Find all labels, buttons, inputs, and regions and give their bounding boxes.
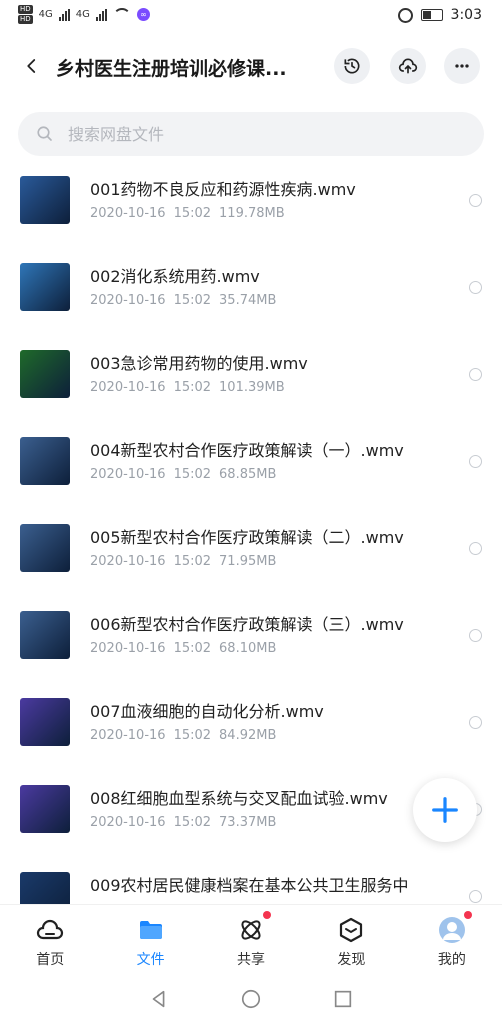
nav-share[interactable]: 共享 [201,905,301,975]
back-button[interactable] [20,54,44,78]
file-name: 001药物不良反应和药源性疾病.wmv [90,180,356,199]
file-name: 002消化系统用药.wmv [90,267,260,286]
more-button[interactable] [444,48,480,84]
video-thumbnail [20,263,70,311]
history-icon [344,58,360,74]
notification-badge [463,911,472,919]
page-title: 乡村医生注册培训必修课... [56,58,287,80]
list-item[interactable]: 006新型农村合作医疗政策解读（三）.wmv 2020-10-16 15:02 68… [0,601,502,688]
network-type: 4G [38,9,53,20]
file-name: 006新型农村合作医疗政策解读（三）.wmv [90,615,404,634]
signal-icon-2 [95,8,107,21]
app-notification-icon: ∞ [136,8,150,21]
select-checkbox[interactable] [469,455,482,468]
share-atom-icon [241,920,261,940]
list-item[interactable]: 001药物不良反应和药源性疾病.wmv 2020-10-16 15:02 119.7… [0,166,502,253]
list-item[interactable]: 002消化系统用药.wmv 2020-10-16 15:02 35.74MB [0,253,502,340]
select-checkbox[interactable] [469,194,482,207]
file-name: 008红细胞血型系统与交叉配血试验.wmv [90,789,388,808]
select-checkbox[interactable] [469,542,482,555]
nav-label: 首页 [36,952,65,968]
select-checkbox[interactable] [469,629,482,642]
video-thumbnail [20,176,70,224]
signal-icon [58,8,70,21]
select-checkbox[interactable] [469,716,482,729]
nav-files[interactable]: 文件 [100,905,200,975]
back-arrow-icon [27,59,36,73]
nav-home-icon[interactable] [240,988,262,1010]
nav-label: 我的 [437,952,466,968]
video-thumbnail [20,872,70,904]
discover-box-icon [340,917,363,943]
network-type-2: 4G [75,9,90,20]
file-name: 005新型农村合作医疗政策解读（二）.wmv [90,528,404,547]
battery-icon [420,9,443,21]
file-meta: 2020-10-16 15:02 73.37MB [90,815,277,830]
clock: 3:03 [450,7,482,23]
file-name: 009农村居民健康档案在基本公共卫生服务中 [90,876,409,895]
history-button[interactable] [334,48,370,84]
video-thumbnail [20,437,70,485]
file-name: 007血液细胞的自动化分析.wmv [90,702,324,721]
file-meta: 2020-10-16 15:02 71.95MB [90,554,277,569]
list-item[interactable]: 009农村居民健康档案在基本公共卫生服务中 [0,862,502,904]
more-icon [455,64,469,68]
file-meta: 2020-10-16 15:02 68.85MB [90,467,277,482]
cloud-upload-button[interactable] [390,48,426,84]
file-meta: 2020-10-16 15:02 119.78MB [90,206,285,221]
home-cloud-icon [37,919,64,940]
plus-icon [432,797,458,823]
file-meta: 2020-10-16 15:02 101.39MB [90,380,285,395]
select-checkbox[interactable] [469,368,482,381]
video-thumbnail [20,698,70,746]
nav-label: 发现 [337,952,366,968]
file-name: 004新型农村合作医疗政策解读（一）.wmv [90,441,404,460]
search-icon [37,126,52,141]
list-item[interactable]: 003急诊常用药物的使用.wmv 2020-10-16 15:02 101.39MB [0,340,502,427]
video-thumbnail [20,350,70,398]
wifi-icon [112,7,131,22]
status-bar: HD HD 4G 4G ∞ 3:03 [0,0,502,34]
header: 乡村医生注册培训必修课... [0,40,502,94]
folder-icon [139,921,162,939]
system-nav-bar [0,974,502,1024]
nav-back-icon[interactable] [148,988,170,1010]
bottom-nav: 首页 文件 共享 发现 我的 [0,904,502,975]
alarm-icon [397,7,413,23]
nav-me[interactable]: 我的 [402,905,502,975]
search-bar[interactable] [18,112,484,156]
video-thumbnail [20,611,70,659]
nav-recents-icon[interactable] [332,988,354,1010]
select-checkbox[interactable] [469,890,482,903]
nav-discover[interactable]: 发现 [301,905,401,975]
file-meta: 2020-10-16 15:02 35.74MB [90,293,277,308]
select-checkbox[interactable] [469,281,482,294]
avatar-icon [438,917,465,943]
file-meta: 2020-10-16 15:02 84.92MB [90,728,277,743]
cloud-upload-icon [398,58,418,74]
list-item[interactable]: 005新型农村合作医疗政策解读（二）.wmv 2020-10-16 15:02 71… [0,514,502,601]
video-thumbnail [20,524,70,572]
list-item[interactable]: 007血液细胞的自动化分析.wmv 2020-10-16 15:02 84.92MB [0,688,502,775]
nav-home[interactable]: 首页 [0,905,100,975]
nav-label: 共享 [237,952,266,968]
video-thumbnail [20,785,70,833]
notification-badge [262,911,271,919]
list-item[interactable]: 004新型农村合作医疗政策解读（一）.wmv 2020-10-16 15:02 68… [0,427,502,514]
hd-indicator: HD HD [18,5,33,24]
file-name: 003急诊常用药物的使用.wmv [90,354,308,373]
search-input[interactable] [66,123,430,145]
file-meta: 2020-10-16 15:02 68.10MB [90,641,277,656]
nav-label: 文件 [136,952,165,968]
add-button[interactable] [413,778,477,842]
